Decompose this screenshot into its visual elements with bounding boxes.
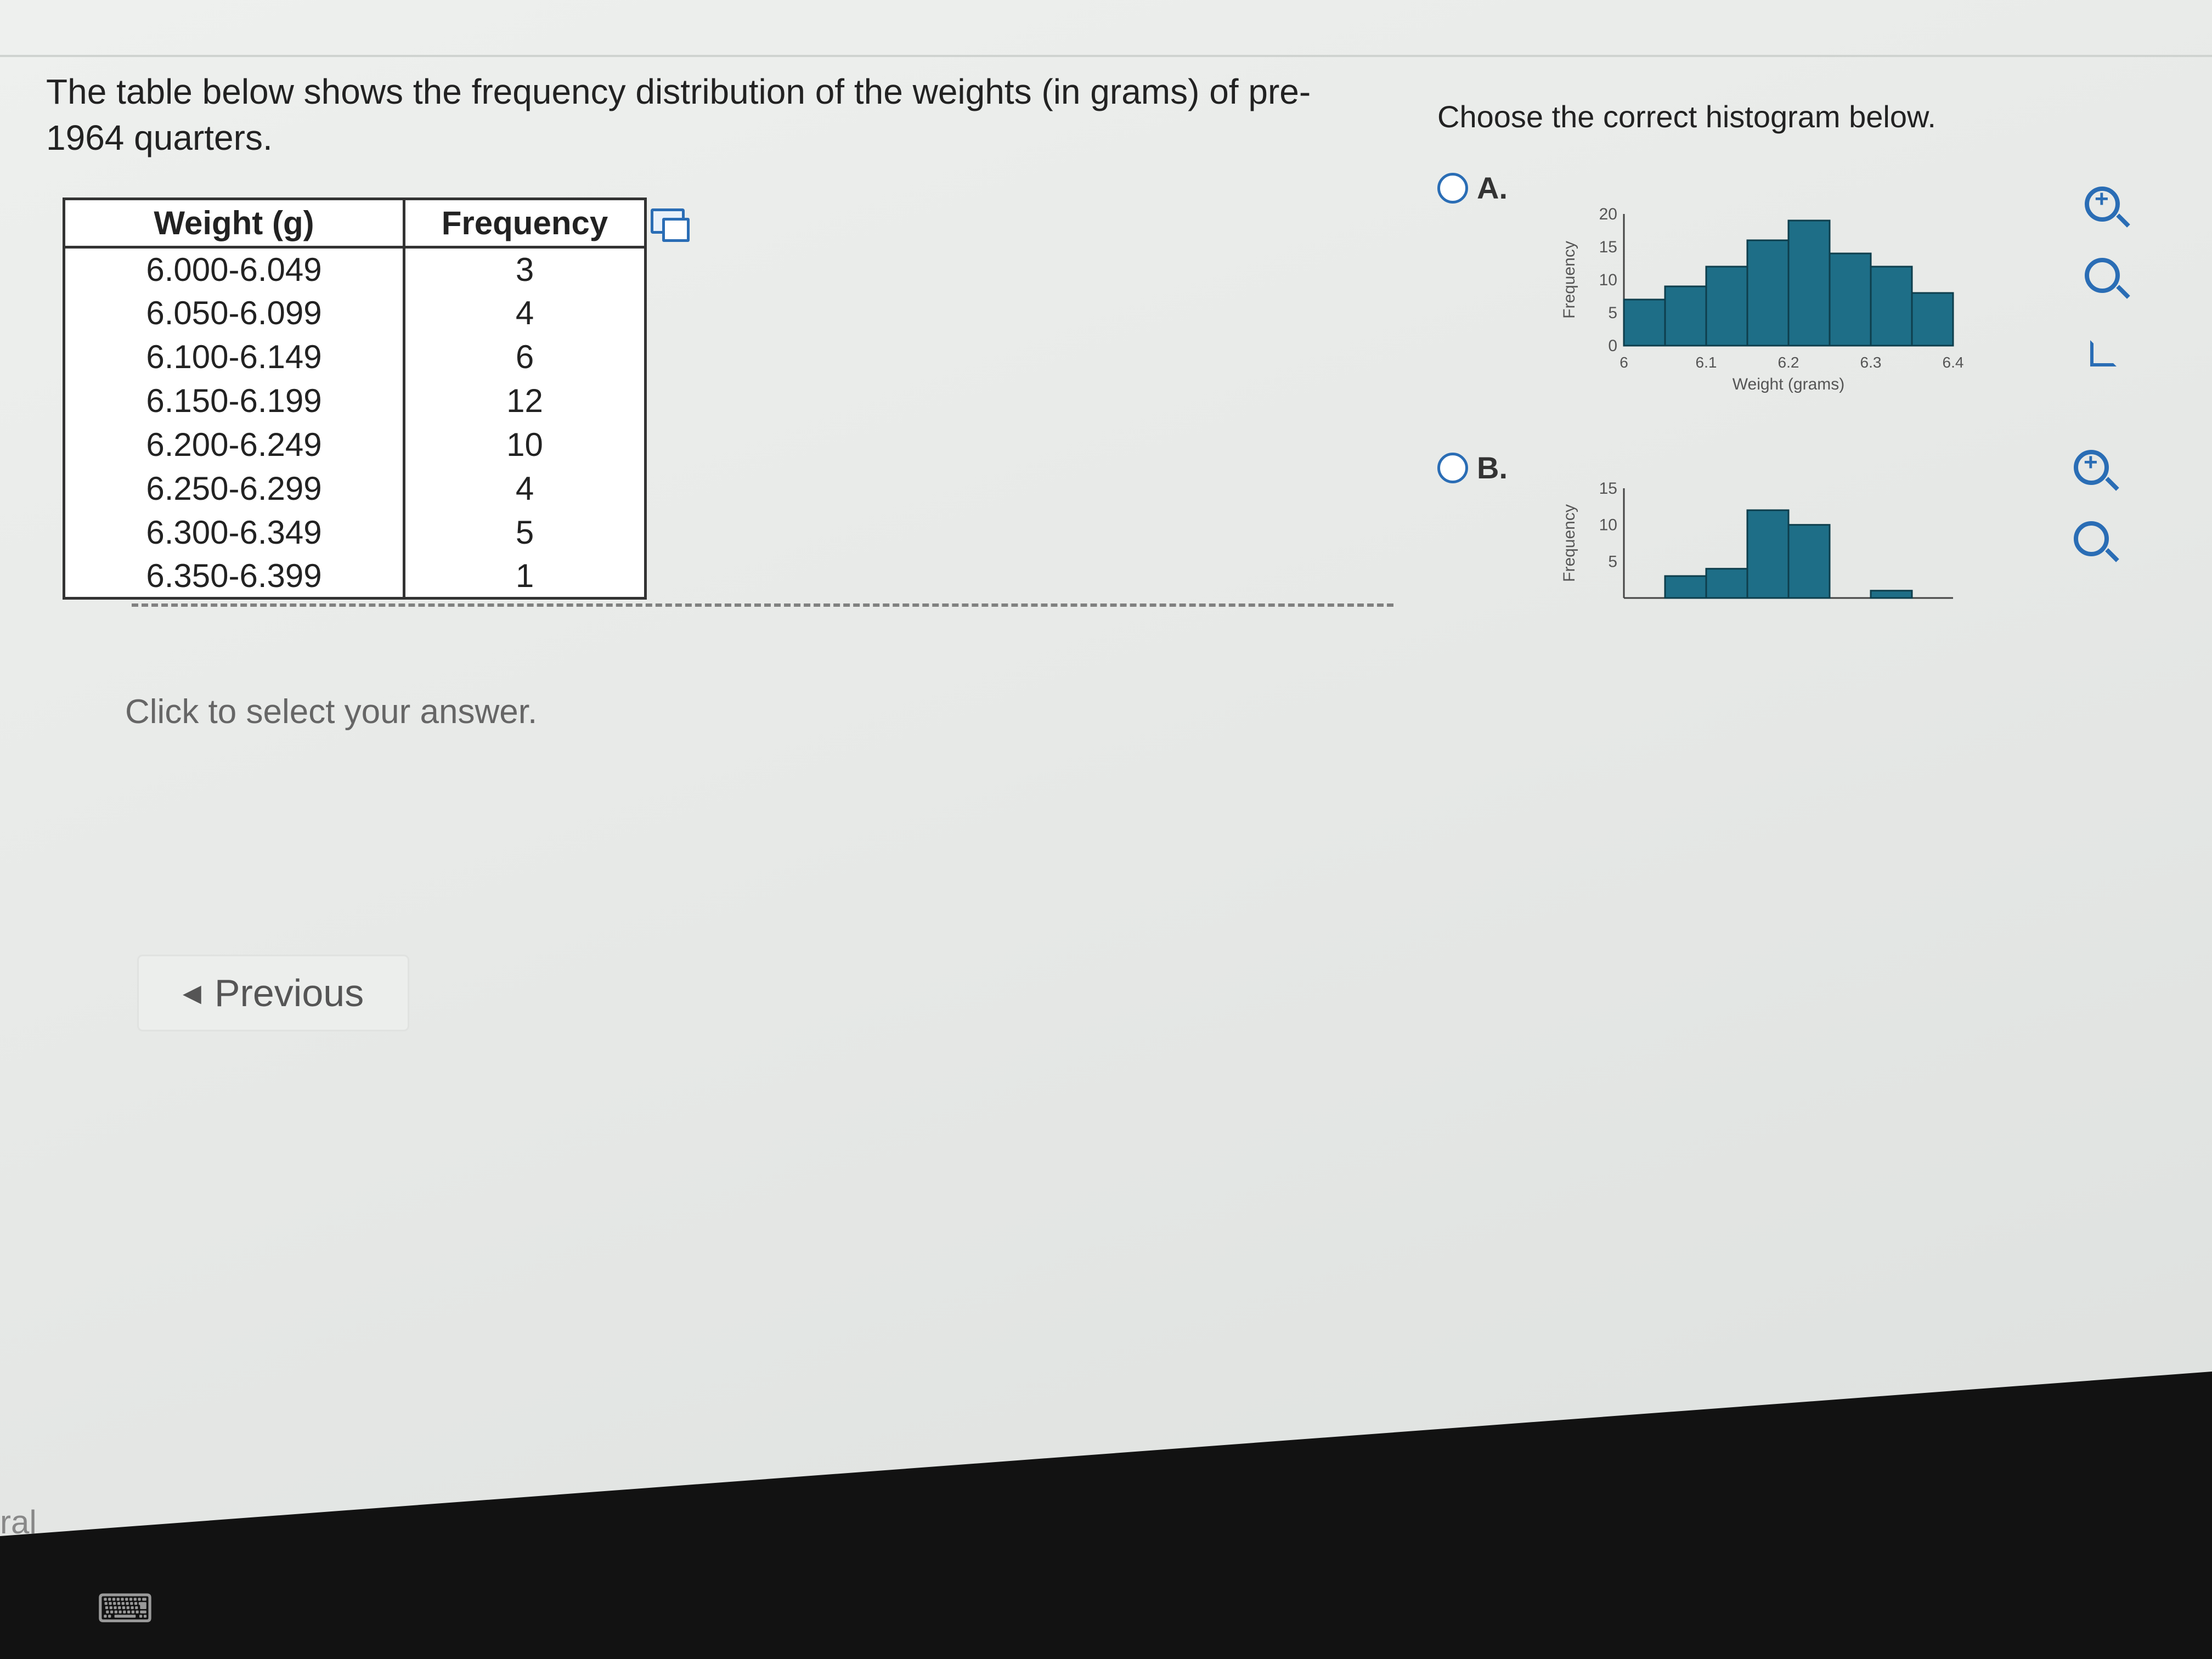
y-tick-label: 15 xyxy=(1599,479,1617,498)
zoom-in-icon[interactable] xyxy=(2074,449,2109,485)
table-header-weight: Weight (g) xyxy=(63,199,404,249)
histogram-bar xyxy=(1787,219,1831,347)
weight-cell: 6.100-6.149 xyxy=(63,335,404,379)
table-header-frequency: Frequency xyxy=(403,199,646,249)
histogram-b: 5 10 15 Frequency xyxy=(1560,479,1953,599)
frequency-cell: 6 xyxy=(403,335,646,379)
frequency-cell: 10 xyxy=(403,422,646,467)
zoom-in-icon[interactable] xyxy=(2085,185,2120,222)
frequency-cell: 3 xyxy=(403,247,646,291)
y-axis-label: Frequency xyxy=(1560,504,1578,582)
previous-button[interactable]: ◀ Previous xyxy=(137,955,410,1031)
radio-button[interactable] xyxy=(1437,172,1468,204)
y-axis-label: Frequency xyxy=(1560,241,1578,319)
histogram-bar xyxy=(1664,285,1707,347)
taskbar-icon: ⌨ xyxy=(97,1587,154,1631)
frequency-table: Weight (g) Frequency 6.000-6.049 3 6.050… xyxy=(63,198,647,600)
x-axis-label: Weight (grams) xyxy=(1733,375,1845,393)
y-tick-label: 0 xyxy=(1608,337,1617,355)
screen: The table below shows the frequency dist… xyxy=(0,0,2212,1659)
histogram-bar xyxy=(1829,252,1872,347)
histogram-bar xyxy=(1746,239,1790,347)
y-tick-label: 15 xyxy=(1599,238,1617,256)
popout-icon[interactable] xyxy=(2090,340,2117,366)
option-b[interactable]: B. xyxy=(1437,450,1508,486)
option-a[interactable]: A. xyxy=(1437,170,1508,206)
x-tick-label: 6 xyxy=(1620,354,1628,371)
x-tick-label: 6.1 xyxy=(1696,354,1717,371)
histogram-bar xyxy=(1870,590,1913,599)
weight-cell: 6.150-6.199 xyxy=(63,379,404,423)
option-a-label: A. xyxy=(1477,171,1508,205)
obscured-text-line xyxy=(132,603,1393,617)
y-tick-label: 10 xyxy=(1599,516,1617,534)
weight-cell: 6.300-6.349 xyxy=(63,510,404,555)
table-row: 6.050-6.099 4 xyxy=(63,291,646,335)
histogram-a: 0 5 10 15 20 6 6.1 6.2 6.3 6.4 Weight (grams) Frequ… xyxy=(1560,205,1964,393)
x-tick-label: 6.3 xyxy=(1860,354,1882,371)
answer-prompt: Click to select your answer. xyxy=(125,693,538,731)
histogram-bar xyxy=(1623,298,1666,347)
table-row: 6.250-6.299 4 xyxy=(63,466,646,511)
weight-cell: 6.200-6.249 xyxy=(63,422,404,467)
y-tick-label: 10 xyxy=(1599,271,1617,289)
y-tick-label: 20 xyxy=(1599,205,1617,223)
table-row: 6.000-6.049 3 xyxy=(63,247,646,291)
weight-cell: 6.000-6.049 xyxy=(63,247,404,291)
histogram-bar xyxy=(1664,575,1707,599)
copy-table-icon[interactable] xyxy=(651,208,690,242)
frequency-cell: 4 xyxy=(403,291,646,335)
histogram-bar xyxy=(1705,568,1748,599)
table-row: 6.150-6.199 12 xyxy=(63,379,646,423)
weight-cell: 6.350-6.399 xyxy=(63,554,404,599)
frequency-cell: 1 xyxy=(403,554,646,599)
table-row: 6.200-6.249 10 xyxy=(63,422,646,467)
table-row: 6.300-6.349 5 xyxy=(63,510,646,555)
frequency-cell: 5 xyxy=(403,510,646,555)
monitor-bezel xyxy=(0,1372,2212,1659)
table-row: 6.350-6.399 1 xyxy=(63,554,646,599)
x-tick-label: 6.4 xyxy=(1943,354,1964,371)
table-row: 6.100-6.149 6 xyxy=(63,335,646,379)
instruction-text: Choose the correct histogram below. xyxy=(1437,99,1936,134)
option-b-label: B. xyxy=(1477,450,1508,485)
left-edge-text: ral xyxy=(0,1504,37,1541)
chevron-left-icon: ◀ xyxy=(183,979,201,1007)
header-divider xyxy=(0,55,2212,57)
question-text: The table below shows the frequency dist… xyxy=(46,72,1311,157)
x-tick-label: 6.2 xyxy=(1778,354,1799,371)
histogram-bar xyxy=(1746,509,1790,599)
zoom-out-icon[interactable] xyxy=(2074,521,2109,556)
previous-label: Previous xyxy=(214,972,364,1014)
y-tick-label: 5 xyxy=(1608,552,1617,571)
zoom-out-icon[interactable] xyxy=(2085,258,2120,293)
histogram-bar xyxy=(1870,266,1913,347)
histogram-bar xyxy=(1787,524,1831,599)
weight-cell: 6.250-6.299 xyxy=(63,466,404,511)
radio-button[interactable] xyxy=(1437,452,1468,483)
weight-cell: 6.050-6.099 xyxy=(63,291,404,335)
y-tick-label: 5 xyxy=(1608,304,1617,322)
frequency-cell: 4 xyxy=(403,466,646,511)
frequency-cell: 12 xyxy=(403,379,646,423)
histogram-bar xyxy=(1911,292,1954,347)
histogram-bar xyxy=(1705,266,1748,347)
